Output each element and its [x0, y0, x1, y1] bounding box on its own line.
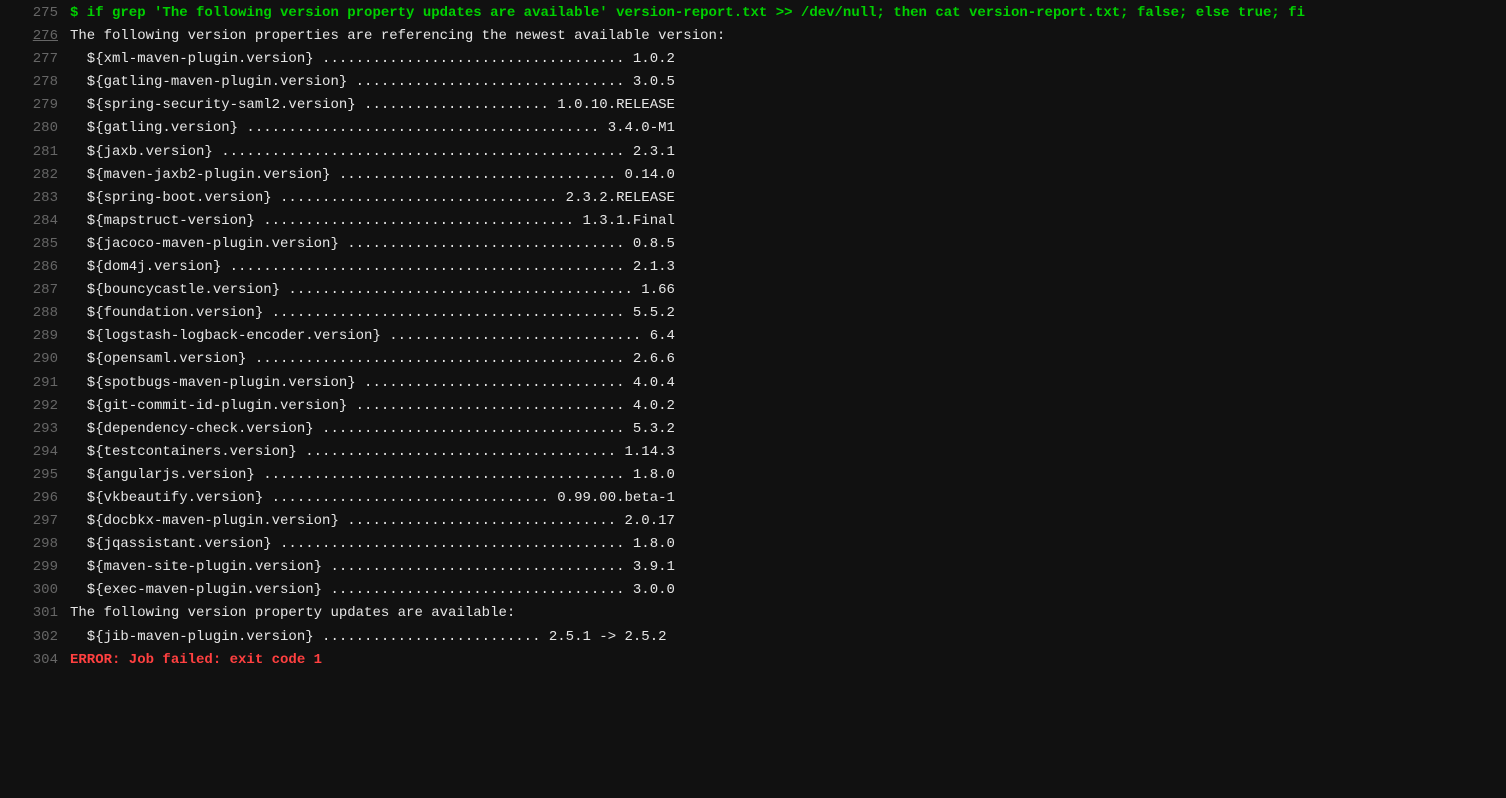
log-line: 294 ${testcontainers.version} ..........…	[0, 441, 1506, 464]
log-line: 290 ${opensaml.version} ................…	[0, 348, 1506, 371]
line-content: ${bouncycastle.version} ................…	[70, 279, 1506, 302]
line-number[interactable]: 291	[0, 372, 70, 395]
line-number[interactable]: 298	[0, 533, 70, 556]
log-line: 286 ${dom4j.version} ...................…	[0, 256, 1506, 279]
line-number[interactable]: 304	[0, 649, 70, 672]
line-content: ${maven-jaxb2-plugin.version} ..........…	[70, 164, 1506, 187]
line-number[interactable]: 288	[0, 302, 70, 325]
line-number[interactable]: 285	[0, 233, 70, 256]
line-content: ${jacoco-maven-plugin.version} .........…	[70, 233, 1506, 256]
log-line: 279 ${spring-security-saml2.version} ...…	[0, 94, 1506, 117]
line-content: ${foundation.version} ..................…	[70, 302, 1506, 325]
line-number[interactable]: 279	[0, 94, 70, 117]
line-content: ERROR: Job failed: exit code 1	[70, 649, 1506, 672]
log-line: 297 ${docbkx-maven-plugin.version} .....…	[0, 510, 1506, 533]
line-content: ${gatling.version} .....................…	[70, 117, 1506, 140]
log-line: 289 ${logstash-logback-encoder.version} …	[0, 325, 1506, 348]
line-content: ${opensaml.version} ....................…	[70, 348, 1506, 371]
log-line: 275$ if grep 'The following version prop…	[0, 2, 1506, 25]
line-number[interactable]: 302	[0, 626, 70, 649]
log-line: 291 ${spotbugs-maven-plugin.version} ...…	[0, 372, 1506, 395]
line-number[interactable]: 296	[0, 487, 70, 510]
line-content: The following version property updates a…	[70, 602, 1506, 625]
line-content: ${jib-maven-plugin.version} ............…	[70, 626, 1506, 649]
line-number[interactable]: 293	[0, 418, 70, 441]
log-line: 304ERROR: Job failed: exit code 1	[0, 649, 1506, 672]
line-content: ${gatling-maven-plugin.version} ........…	[70, 71, 1506, 94]
log-line: 288 ${foundation.version} ..............…	[0, 302, 1506, 325]
line-number[interactable]: 286	[0, 256, 70, 279]
log-line: 299 ${maven-site-plugin.version} .......…	[0, 556, 1506, 579]
line-number[interactable]: 300	[0, 579, 70, 602]
log-output: 275$ if grep 'The following version prop…	[0, 0, 1506, 674]
line-content: ${docbkx-maven-plugin.version} .........…	[70, 510, 1506, 533]
line-number[interactable]: 277	[0, 48, 70, 71]
log-line: 284 ${mapstruct-version} ...............…	[0, 210, 1506, 233]
line-content: ${exec-maven-plugin.version} ...........…	[70, 579, 1506, 602]
log-line: 292 ${git-commit-id-plugin.version} ....…	[0, 395, 1506, 418]
line-content: ${xml-maven-plugin.version} ............…	[70, 48, 1506, 71]
log-line: 278 ${gatling-maven-plugin.version} ....…	[0, 71, 1506, 94]
line-number[interactable]: 281	[0, 141, 70, 164]
line-content: ${testcontainers.version} ..............…	[70, 441, 1506, 464]
line-content: ${git-commit-id-plugin.version} ........…	[70, 395, 1506, 418]
line-number[interactable]: 295	[0, 464, 70, 487]
log-line: 276The following version properties are …	[0, 25, 1506, 48]
line-number[interactable]: 299	[0, 556, 70, 579]
line-content: The following version properties are ref…	[70, 25, 1506, 48]
line-number[interactable]: 297	[0, 510, 70, 533]
line-number[interactable]: 275	[0, 2, 70, 25]
line-number[interactable]: 282	[0, 164, 70, 187]
line-content: ${spring-security-saml2.version} .......…	[70, 94, 1506, 117]
log-line: 301The following version property update…	[0, 602, 1506, 625]
log-line: 296 ${vkbeautify.version} ..............…	[0, 487, 1506, 510]
log-line: 283 ${spring-boot.version} .............…	[0, 187, 1506, 210]
log-line: 287 ${bouncycastle.version} ............…	[0, 279, 1506, 302]
log-line: 298 ${jqassistant.version} .............…	[0, 533, 1506, 556]
line-content: ${angularjs.version} ...................…	[70, 464, 1506, 487]
line-content: ${mapstruct-version} ...................…	[70, 210, 1506, 233]
log-line: 280 ${gatling.version} .................…	[0, 117, 1506, 140]
line-content: ${logstash-logback-encoder.version} ....…	[70, 325, 1506, 348]
log-line: 295 ${angularjs.version} ...............…	[0, 464, 1506, 487]
log-line: 302 ${jib-maven-plugin.version} ........…	[0, 626, 1506, 649]
line-content: ${dependency-check.version} ............…	[70, 418, 1506, 441]
line-number[interactable]: 301	[0, 602, 70, 625]
line-number[interactable]: 284	[0, 210, 70, 233]
log-line: 277 ${xml-maven-plugin.version} ........…	[0, 48, 1506, 71]
line-number[interactable]: 294	[0, 441, 70, 464]
line-content: ${jaxb.version} ........................…	[70, 141, 1506, 164]
log-line: 281 ${jaxb.version} ....................…	[0, 141, 1506, 164]
line-number[interactable]: 280	[0, 117, 70, 140]
log-line: 285 ${jacoco-maven-plugin.version} .....…	[0, 233, 1506, 256]
line-number[interactable]: 287	[0, 279, 70, 302]
line-number[interactable]: 290	[0, 348, 70, 371]
line-content: $ if grep 'The following version propert…	[70, 2, 1506, 25]
log-line: 282 ${maven-jaxb2-plugin.version} ......…	[0, 164, 1506, 187]
log-line: 300 ${exec-maven-plugin.version} .......…	[0, 579, 1506, 602]
line-content: ${maven-site-plugin.version} ...........…	[70, 556, 1506, 579]
line-number[interactable]: 278	[0, 71, 70, 94]
line-number[interactable]: 289	[0, 325, 70, 348]
log-line: 293 ${dependency-check.version} ........…	[0, 418, 1506, 441]
line-content: ${dom4j.version} .......................…	[70, 256, 1506, 279]
line-number[interactable]: 283	[0, 187, 70, 210]
line-number[interactable]: 276	[0, 25, 70, 48]
line-content: ${jqassistant.version} .................…	[70, 533, 1506, 556]
line-content: ${spring-boot.version} .................…	[70, 187, 1506, 210]
line-content: ${spotbugs-maven-plugin.version} .......…	[70, 372, 1506, 395]
line-number[interactable]: 292	[0, 395, 70, 418]
line-content: ${vkbeautify.version} ..................…	[70, 487, 1506, 510]
